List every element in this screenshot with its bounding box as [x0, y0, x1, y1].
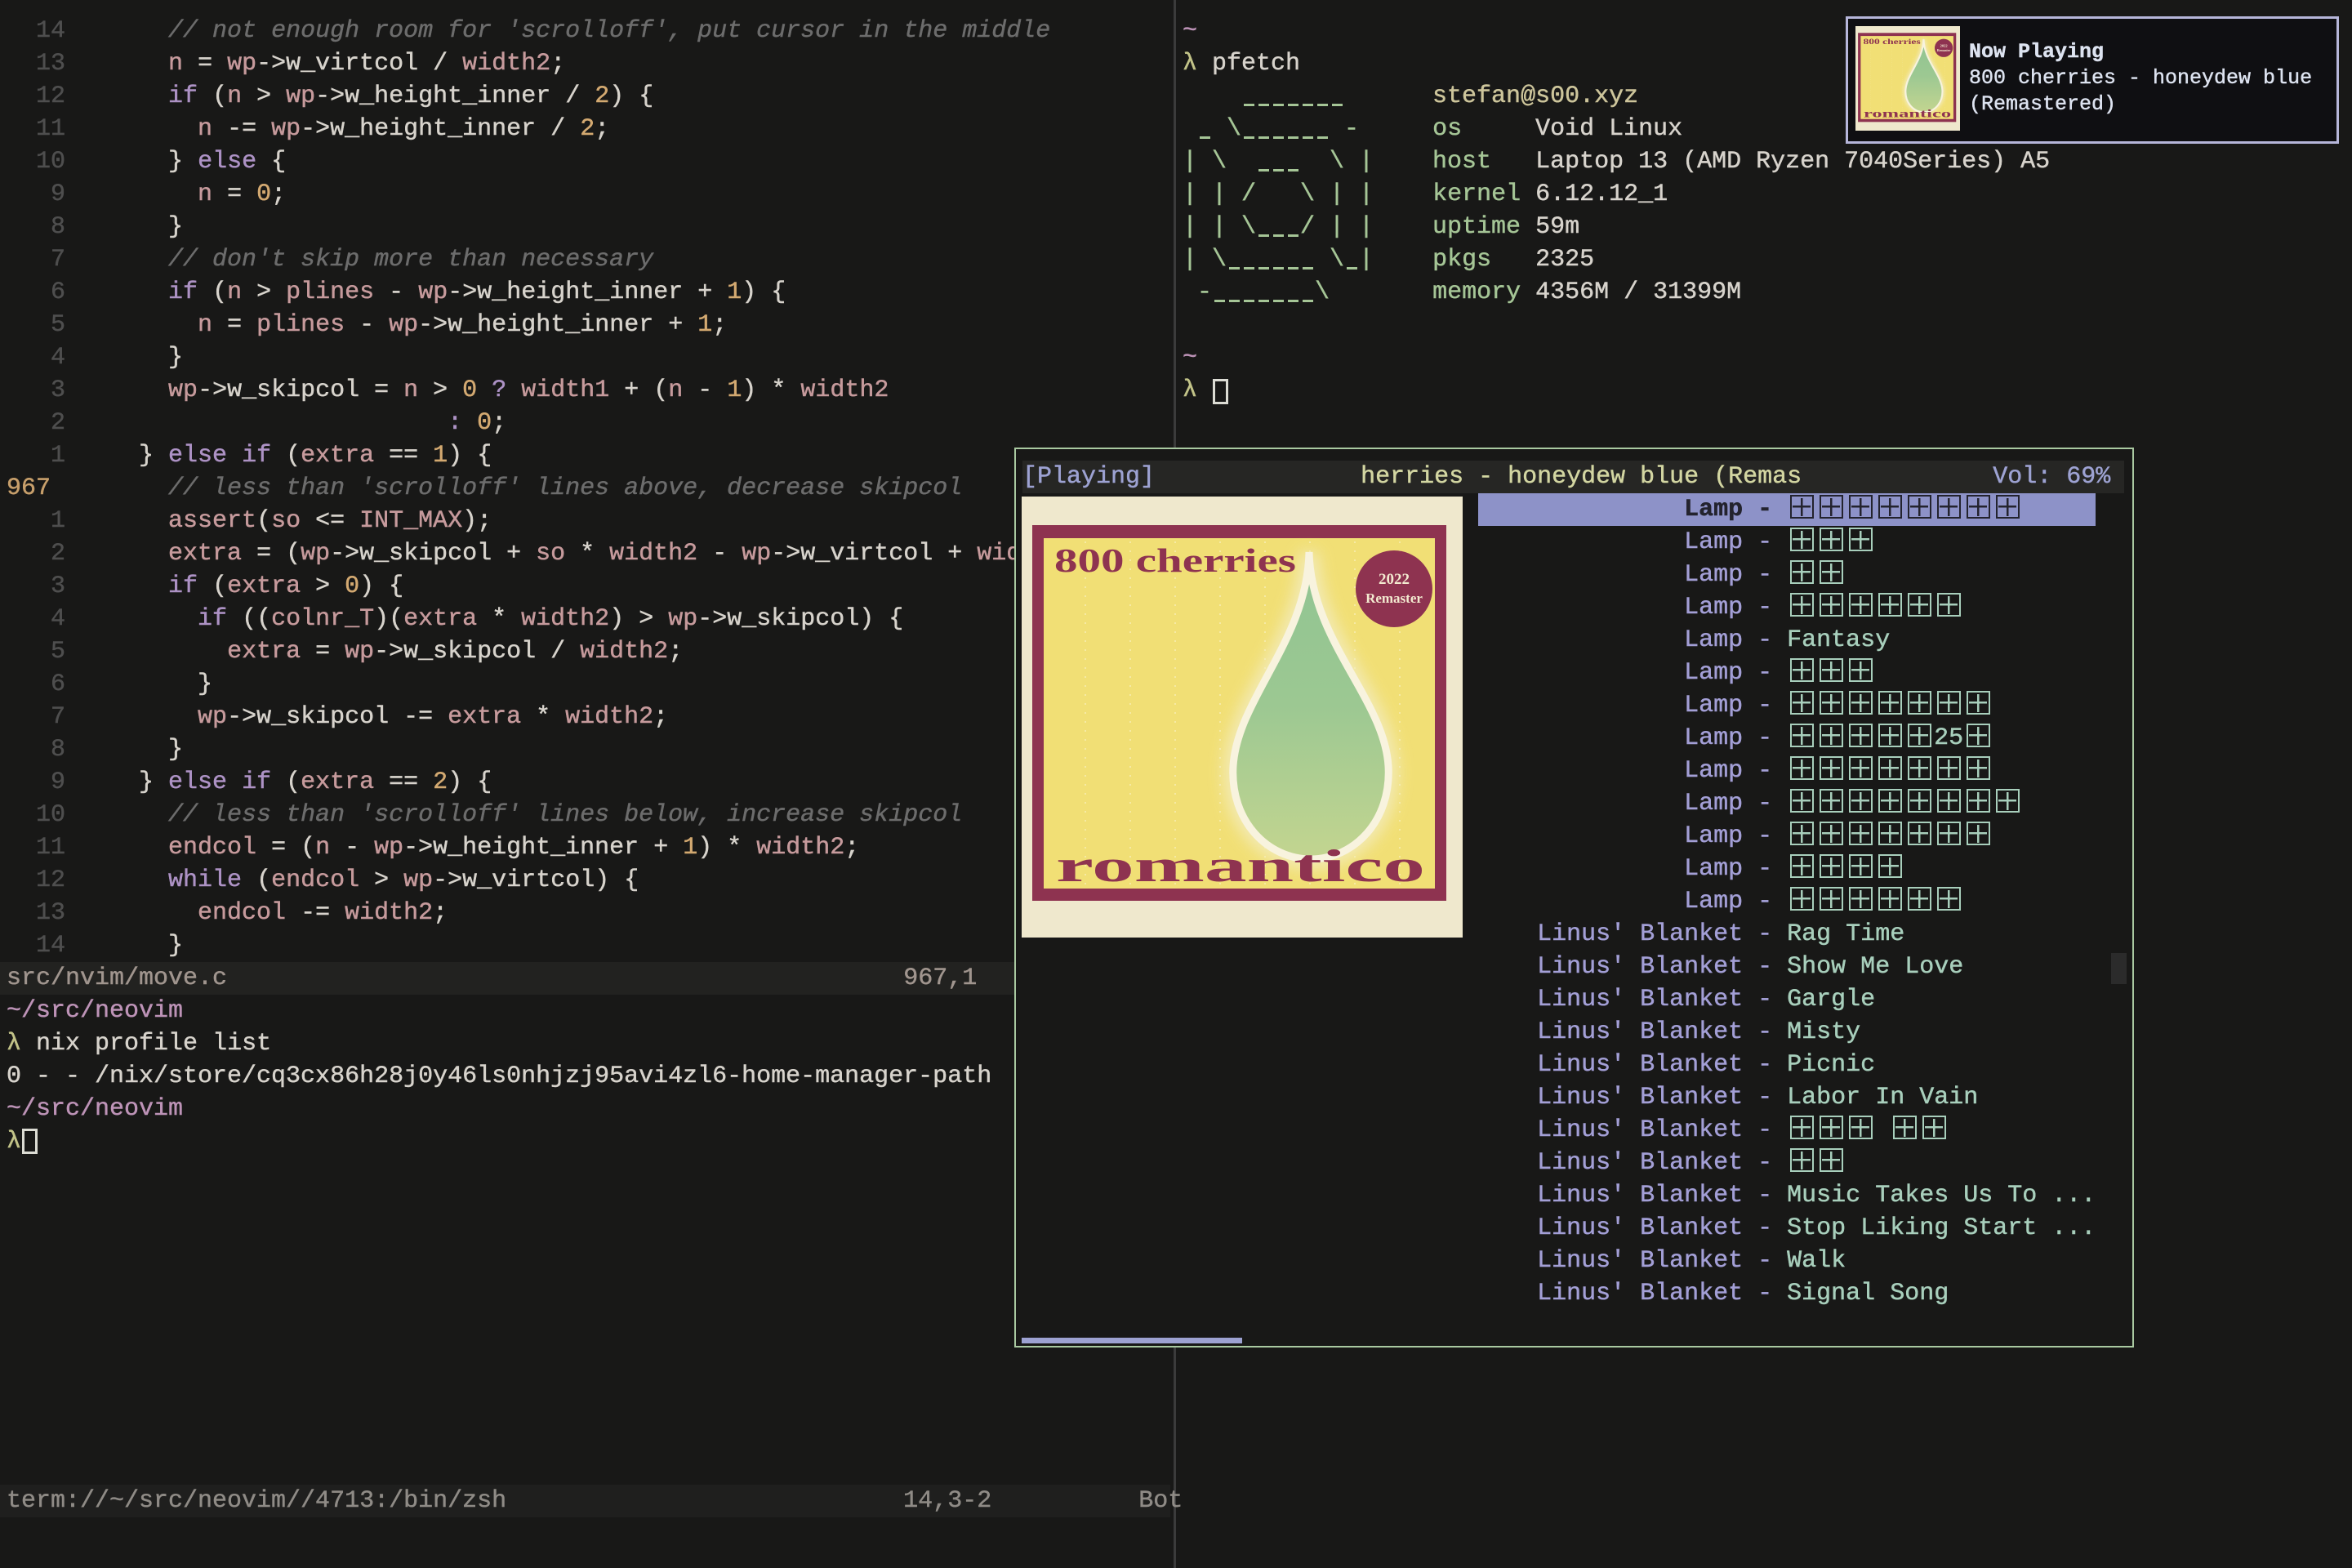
svg-text:Remaster: Remaster [1937, 48, 1951, 52]
svg-text:800 cherries: 800 cherries [1054, 541, 1296, 579]
svg-text:romantico: romantico [1864, 108, 1952, 120]
svg-text:Remaster: Remaster [1365, 590, 1423, 606]
svg-text:romantico: romantico [1056, 841, 1425, 892]
svg-text:800 cherries: 800 cherries [1863, 38, 1920, 47]
svg-text:2022: 2022 [1379, 571, 1410, 588]
svg-text:2022: 2022 [1940, 43, 1949, 47]
